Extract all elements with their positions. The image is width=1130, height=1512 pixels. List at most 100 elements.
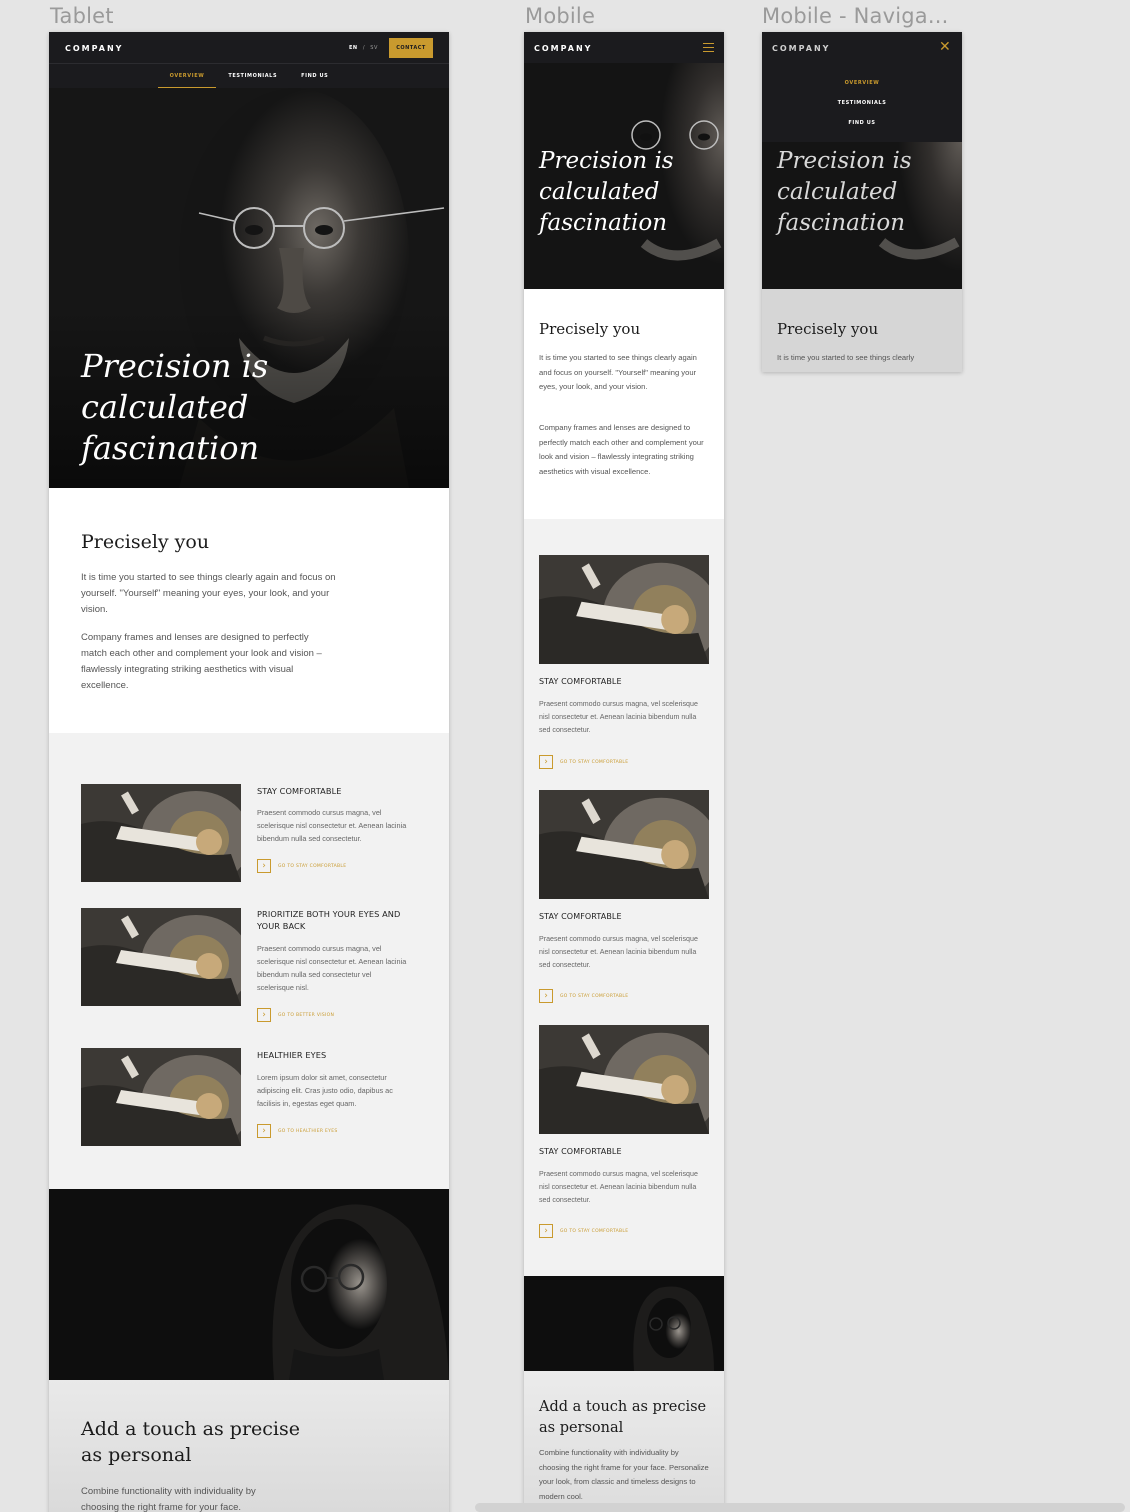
feature-link[interactable]: › GO TO HEALTHIER EYES [257,1124,338,1138]
contact-button[interactable]: CONTACT [389,38,433,58]
tablet-artboard[interactable]: COMPANY EN / SV CONTACT OVERVIEW TESTIMO… [49,32,449,1512]
mobile-header: COMPANY [524,32,724,63]
feature-title: STAY COMFORTABLE [539,677,622,686]
intro-title: Precisely you [81,531,210,553]
feature-text: Lorem ipsum dolor sit amet, consectetur … [257,1073,393,1108]
design-canvas: Tablet Mobile Mobile - Naviga... COMPANY… [0,0,1130,1512]
tab-testimonials[interactable]: TESTIMONIALS [216,64,289,88]
feature-link[interactable]: › GO TO STAY COMFORTABLE [539,1224,628,1238]
menu-item-find-us[interactable]: FIND US [762,120,962,126]
mobile-artboard[interactable]: COMPANY Precision is calculated fascinat… [524,32,724,1512]
frame-label-tablet[interactable]: Tablet [50,4,114,28]
mobile-nav-menu: COMPANY ✕ OVERVIEW TESTIMONIALS FIND US [762,32,962,142]
lang-separator: / [362,45,366,51]
feature-link[interactable]: › GO TO STAY COMFORTABLE [539,755,628,769]
intro-paragraph-1: It is time you started to see things cle… [81,572,336,615]
feature-image [539,1025,709,1134]
horizontal-scrollbar[interactable] [475,1503,1125,1512]
feature-title: PRIORITIZE BOTH YOUR EYES AND YOUR BACK [257,909,401,931]
mobile-intro-section: Precisely you It is time you started to … [524,289,724,519]
feature-text: Praesent commodo cursus magna, vel scele… [539,700,698,734]
language-switcher[interactable]: EN / SV [349,45,378,51]
chevron-right-icon[interactable]: › [257,1124,271,1138]
feature-title: STAY COMFORTABLE [257,786,342,796]
woman-portrait-image [49,1189,449,1380]
mobile-woman-banner [524,1276,724,1371]
feature-link-label[interactable]: GO TO STAY COMFORTABLE [278,864,346,869]
brand-logo[interactable]: COMPANY [534,44,592,53]
feature-text: Praesent commodo cursus magna, vel scele… [257,808,407,843]
hero-title-line: Precision is [539,148,674,174]
close-icon[interactable]: ✕ [939,40,951,54]
reclining-man-photo [539,1025,709,1134]
tablet-subnav: OVERVIEW TESTIMONIALS FIND US [49,63,449,88]
frame-label-mobile[interactable]: Mobile [525,4,595,28]
mobile-personal-section: Add a touch as precise as personal Combi… [524,1371,724,1512]
intro-paragraph-1: It is time you started to see things cle… [539,353,697,391]
chevron-right-icon[interactable]: › [539,1224,553,1238]
reclining-man-photo [539,790,709,899]
tablet-intro-section: Precisely you It is time you started to … [49,488,449,733]
chevron-right-icon[interactable]: › [257,1008,271,1022]
tab-find-us[interactable]: FIND US [289,64,340,88]
chevron-right-icon[interactable]: › [539,989,553,1003]
reclining-man-photo [81,1048,241,1146]
mobile-hero: Precision is calculated fascination [524,63,724,289]
tablet-hero: Precision is calculated fascination [49,88,449,488]
menu-item-overview[interactable]: OVERVIEW [762,80,962,86]
hero-title-line: calculated [539,179,660,205]
reclining-man-photo [81,908,241,1006]
hamburger-icon[interactable] [703,43,714,52]
personal-title: Add a touch as precise as personal [539,1399,707,1436]
tablet-features-section: STAY COMFORTABLE Praesent commodo cursus… [49,733,449,1189]
mobile-nav-artboard[interactable]: Precision is calculated fascination COMP… [762,32,962,372]
woman-portrait-image [524,1276,724,1371]
feature-link-label[interactable]: GO TO BETTER VISION [278,1013,334,1018]
feature-text: Praesent commodo cursus magna, vel scele… [257,944,407,992]
feature-image [539,555,709,664]
personal-title: Add a touch as precise as personal [81,1418,301,1466]
feature-title: HEALTHIER EYES [257,1050,327,1060]
menu-item-testimonials[interactable]: TESTIMONIALS [762,100,962,106]
feature-link[interactable]: › GO TO STAY COMFORTABLE [539,989,628,1003]
personal-text: Combine functionality with individuality… [81,1486,256,1512]
intro-title: Precisely you [539,320,641,338]
feature-image [81,784,241,882]
feature-link-label[interactable]: GO TO STAY COMFORTABLE [560,994,628,999]
lang-en[interactable]: EN [349,45,358,51]
intro-paragraph-2: Company frames and lenses are designed t… [81,632,322,691]
intro-title: Precisely you [777,320,879,338]
feature-link[interactable]: › GO TO STAY COMFORTABLE [257,859,346,873]
tablet-header: COMPANY EN / SV CONTACT [49,32,449,63]
brand-logo[interactable]: COMPANY [65,44,123,53]
feature-link-label[interactable]: GO TO HEALTHIER EYES [278,1129,338,1134]
hero-title-line: fascination [777,210,906,236]
feature-link-label[interactable]: GO TO STAY COMFORTABLE [560,760,628,765]
brand-logo[interactable]: COMPANY [772,44,830,53]
mobile-nav-intro-section: Precisely you It is time you started to … [762,289,962,372]
lang-sv[interactable]: SV [370,45,378,51]
feature-image [81,908,241,1006]
chevron-right-icon[interactable]: › [539,755,553,769]
intro-paragraph-2: Company frames and lenses are designed t… [539,423,704,476]
hero-title-line: Precision is [777,148,912,174]
feature-link-label[interactable]: GO TO STAY COMFORTABLE [560,1229,628,1234]
frame-label-mobile-nav[interactable]: Mobile - Naviga... [762,4,948,28]
tablet-personal-section: Add a touch as precise as personal Combi… [49,1380,449,1512]
feature-link[interactable]: › GO TO BETTER VISION [257,1008,334,1022]
hero-title-line: fascination [539,210,668,236]
hero-title: Precision is calculated fascination [81,347,269,467]
hero-title: Precision is calculated fascination [539,146,689,239]
reclining-man-photo [81,784,241,882]
personal-text: Combine functionality with individuality… [539,1448,709,1501]
intro-paragraph-1: It is time you started to see things cle… [777,353,915,362]
tablet-woman-banner [49,1189,449,1380]
feature-title: STAY COMFORTABLE [539,1147,622,1156]
feature-text: Praesent commodo cursus magna, vel scele… [539,1170,698,1204]
tab-overview[interactable]: OVERVIEW [157,64,217,88]
chevron-right-icon[interactable]: › [257,859,271,873]
feature-title: STAY COMFORTABLE [539,912,622,921]
mobile-features-section: STAY COMFORTABLE Praesent commodo cursus… [524,519,724,1276]
reclining-man-photo [539,555,709,664]
feature-image [81,1048,241,1146]
